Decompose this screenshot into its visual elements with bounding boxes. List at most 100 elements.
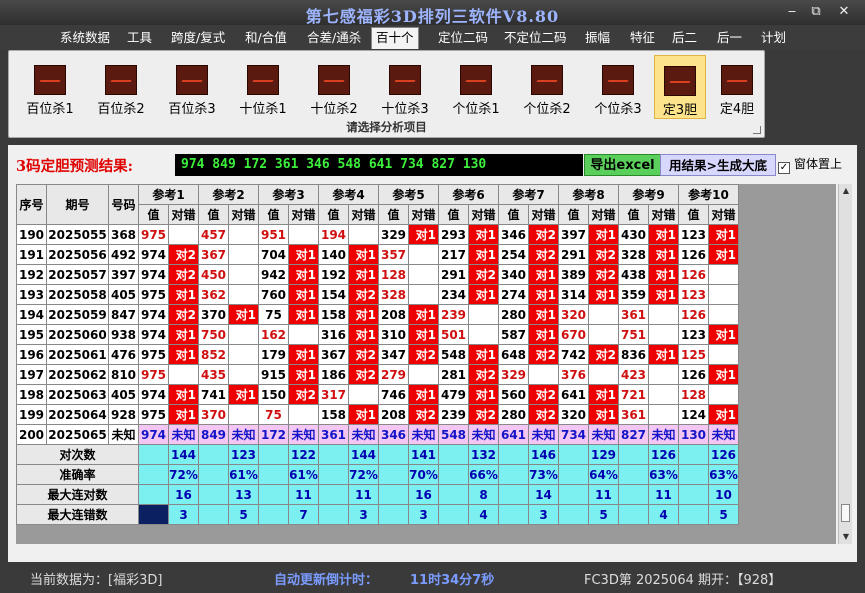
chart-icon — [176, 65, 208, 95]
value-cell: 194 — [318, 224, 349, 245]
result-cell: 对1 — [468, 224, 499, 245]
menu-item[interactable]: 百十个 — [371, 27, 419, 49]
ribbon-button[interactable]: 个位杀2 — [515, 55, 579, 119]
ribbon-button[interactable]: 百位杀2 — [89, 55, 153, 119]
number-cell: 847 — [108, 304, 139, 325]
scroll-thumb[interactable] — [841, 504, 850, 522]
table-row[interactable]: 190 2025055 368 975 457 951 194 329 对1 293 对1 346 对2… — [16, 224, 739, 245]
value-cell: 359 — [618, 284, 649, 305]
ribbon-button[interactable]: 十位杀2 — [302, 55, 366, 119]
result-cell — [648, 364, 679, 385]
result-cell: 对1 — [648, 244, 679, 265]
value-cell: 126 — [678, 364, 709, 385]
menu-item[interactable]: 特征 — [626, 29, 659, 49]
stat-spacer — [498, 484, 529, 505]
result-cell: 对1 — [588, 284, 619, 305]
pending-row[interactable]: 200 2025065 未知 974 未知 849 未知 172 未知 361 未知 346 未知 548… — [16, 424, 739, 445]
ribbon-button-label: 十位杀3 — [381, 102, 429, 117]
value-cell: 293 — [438, 224, 469, 245]
value-cell: 974 — [138, 304, 169, 325]
value-cell: 423 — [618, 364, 649, 385]
close-button[interactable]: ✕ — [834, 4, 854, 20]
table-row[interactable]: 197 2025062 810 975 435 915 对1 186 对2 279 281 对2 329… — [16, 364, 739, 385]
result-cell: 对1 — [288, 244, 319, 265]
stat-spacer — [678, 444, 709, 465]
stat-spacer — [558, 464, 589, 485]
scroll-down-icon[interactable]: ▼ — [839, 530, 853, 544]
menu-item[interactable]: 不定位二码 — [500, 29, 571, 49]
menu-item[interactable]: 后二 — [668, 29, 701, 49]
result-cell: 未知 — [528, 424, 559, 445]
menu-item[interactable]: 合差/通杀 — [303, 29, 365, 49]
menu-item[interactable]: 系统数据 — [56, 29, 114, 49]
stat-value: 8 — [468, 484, 499, 505]
ribbon-button[interactable]: 定3胆 — [654, 55, 706, 119]
stat-value: 63% — [648, 464, 679, 485]
value-cell: 314 — [558, 284, 589, 305]
table-row[interactable]: 194 2025059 847 974 对2 370 对1 75 对1 158 对1 208 对1 239… — [16, 304, 739, 325]
value-cell: 849 — [198, 424, 229, 445]
stat-value: 122 — [288, 444, 319, 465]
checkbox-icon[interactable]: ✓ — [778, 162, 790, 174]
ribbon-button[interactable]: 定4胆 — [712, 55, 762, 119]
result-cell: 对1 — [288, 264, 319, 285]
result-cell: 对1 — [348, 244, 379, 265]
result-header: 对错 — [408, 204, 439, 225]
ribbon-button[interactable]: 十位杀3 — [373, 55, 437, 119]
menu-item[interactable]: 计划 — [757, 29, 790, 49]
table-row[interactable]: 198 2025063 405 974 对1 741 对1 150 对2 317 746 对1 479 对… — [16, 384, 739, 405]
table-row[interactable]: 195 2025060 938 974 对1 750 162 316 对1 310 对1 501 587… — [16, 324, 739, 345]
value-cell: 208 — [378, 304, 409, 325]
result-cell — [408, 364, 439, 385]
value-cell: 150 — [258, 384, 289, 405]
ribbon-button[interactable]: 个位杀1 — [444, 55, 508, 119]
generate-base-button[interactable]: 用结果>生成大底 — [660, 154, 776, 176]
scroll-up-icon[interactable]: ▲ — [839, 184, 853, 198]
value-cell: 329 — [498, 364, 529, 385]
maximize-button[interactable]: ⧉ — [806, 4, 826, 20]
result-cell: 未知 — [468, 424, 499, 445]
number-cell: 405 — [108, 384, 139, 405]
menu-item[interactable]: 后一 — [713, 29, 746, 49]
prediction-result-field[interactable]: 974 849 172 361 346 548 641 734 827 130 — [175, 154, 583, 176]
result-cell: 对1 — [708, 324, 739, 345]
stat-spacer — [378, 444, 409, 465]
menu-item[interactable]: 工具 — [123, 29, 156, 49]
stat-value: 72% — [348, 464, 379, 485]
stat-value: 132 — [468, 444, 499, 465]
vertical-scrollbar[interactable]: ▲ ▼ — [838, 184, 852, 544]
table-row[interactable]: 196 2025061 476 975 对1 852 179 对1 367 对2 347 对2 548 对… — [16, 344, 739, 365]
stat-value: 66% — [468, 464, 499, 485]
minimize-button[interactable]: ‒ — [782, 4, 802, 20]
stat-value: 146 — [528, 444, 559, 465]
stat-spacer — [258, 484, 289, 505]
ribbon-button[interactable]: 百位杀1 — [18, 55, 82, 119]
table-row[interactable]: 199 2025064 928 975 对1 370 75 158 对1 208 对2 239 对2 28… — [16, 404, 739, 425]
table-row[interactable]: 192 2025057 397 974 对2 450 942 对1 192 对1 128 291 对2 3… — [16, 264, 739, 285]
topmost-checkbox[interactable]: ✓ 窗体置上 — [778, 155, 842, 174]
value-cell: 438 — [618, 264, 649, 285]
menu-item[interactable]: 跨度/复式 — [167, 29, 229, 49]
value-header: 值 — [438, 204, 469, 225]
ribbon-button[interactable]: 十位杀1 — [231, 55, 295, 119]
table-row[interactable]: 193 2025058 405 975 对1 362 760 对1 154 对2 328 234 对1 2… — [16, 284, 739, 305]
stat-value: 14 — [528, 484, 559, 505]
value-cell: 641 — [558, 384, 589, 405]
chart-icon — [721, 65, 753, 95]
result-cell: 对2 — [528, 404, 559, 425]
ribbon-expand-icon[interactable] — [753, 126, 761, 134]
value-cell: 760 — [258, 284, 289, 305]
reference-header: 参考3 — [258, 184, 319, 205]
menu-item[interactable]: 定位二码 — [434, 29, 492, 49]
result-cell — [408, 244, 439, 265]
countdown-label: 自动更新倒计时： — [274, 573, 379, 588]
ribbon-button[interactable]: 百位杀3 — [160, 55, 224, 119]
menu-item[interactable]: 和/合值 — [241, 29, 291, 49]
stat-value: 3 — [348, 504, 379, 525]
menu-item[interactable]: 振幅 — [581, 29, 614, 49]
table-row[interactable]: 191 2025056 492 974 对2 367 704 对1 140 对1 357 217 对1 2… — [16, 244, 739, 265]
stat-value: 5 — [708, 504, 739, 525]
export-excel-button[interactable]: 导出excel — [584, 154, 661, 176]
stat-spacer — [198, 504, 229, 525]
ribbon-button[interactable]: 个位杀3 — [586, 55, 650, 119]
